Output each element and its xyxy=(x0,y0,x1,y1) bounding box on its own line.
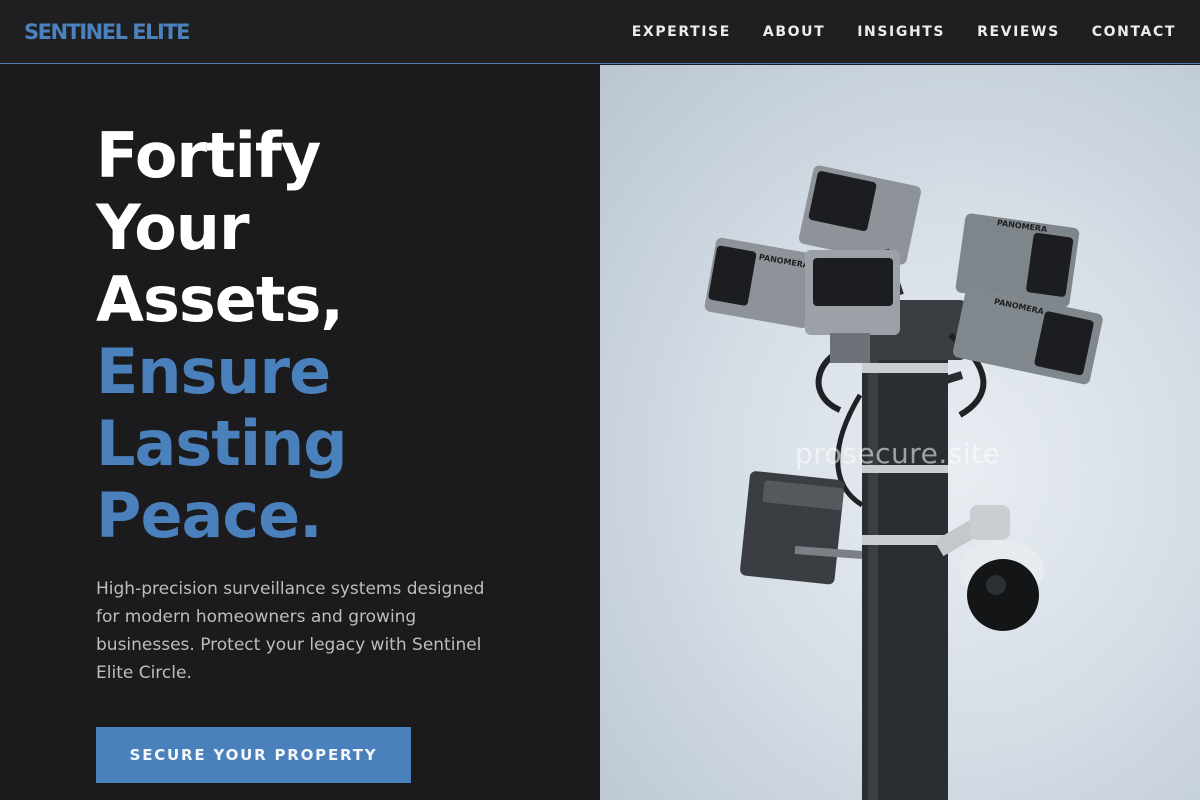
camera-left: PANOMERA xyxy=(704,237,820,328)
headline-line: Your xyxy=(96,191,250,264)
hero-text-panel: Fortify Your Assets, Ensure Lasting Peac… xyxy=(0,65,600,800)
headline-line: Fortify xyxy=(96,119,321,192)
camera-lower-left xyxy=(740,471,863,585)
headline-line: Assets, xyxy=(96,263,344,336)
watermark-text: prosecure.site xyxy=(795,437,1001,470)
nav-link-about[interactable]: ABOUT xyxy=(763,24,825,40)
headline-line-accent: Ensure xyxy=(96,335,331,408)
hero-image-cctv-pole: PANOMERA PANOMERA PANOMERA prosecure.sit… xyxy=(600,65,1200,800)
nav-link-contact[interactable]: CONTACT xyxy=(1092,24,1176,40)
top-navigation-bar: SENTINEL ELITE EXPERTISE ABOUT INSIGHTS … xyxy=(0,0,1200,64)
secure-property-button[interactable]: SECURE YOUR PROPERTY xyxy=(96,727,411,783)
headline-line-accent: Lasting xyxy=(96,407,348,480)
main-nav: EXPERTISE ABOUT INSIGHTS REVIEWS CONTACT xyxy=(632,24,1176,40)
hero-description: High-precision surveillance systems desi… xyxy=(96,579,485,683)
nav-link-insights[interactable]: INSIGHTS xyxy=(857,24,945,40)
brand-logo[interactable]: SENTINEL ELITE xyxy=(24,20,191,44)
headline-line-accent: Peace. xyxy=(96,479,323,552)
ptz-dome-camera xyxy=(934,505,1044,631)
hero-headline: Fortify Your Assets, Ensure Lasting Peac… xyxy=(96,119,348,552)
nav-link-reviews[interactable]: REVIEWS xyxy=(977,24,1060,40)
nav-link-expertise[interactable]: EXPERTISE xyxy=(632,24,731,40)
cctv-cameras-illustration: PANOMERA PANOMERA PANOMERA xyxy=(704,165,1103,800)
